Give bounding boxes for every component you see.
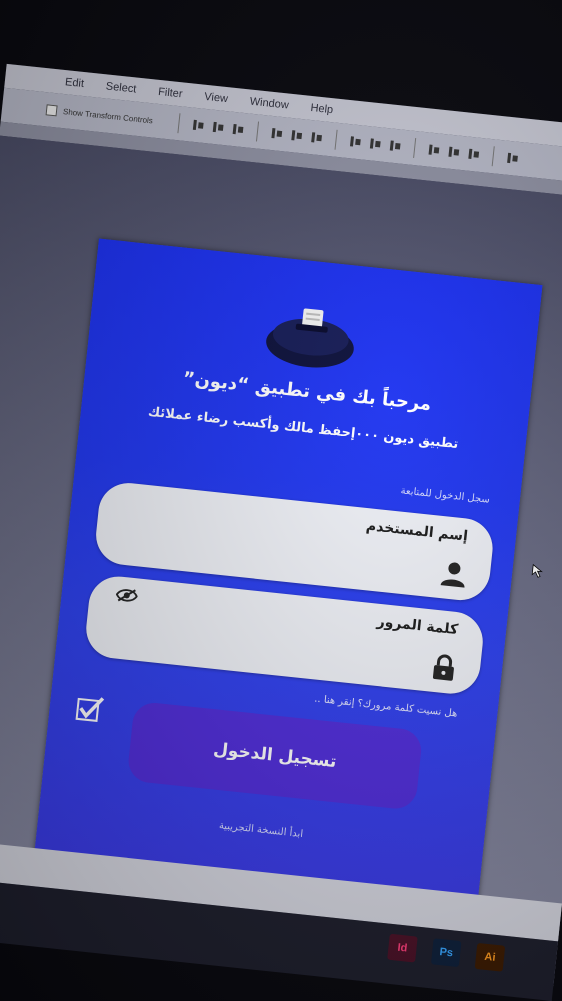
show-transform-label: Show Transform Controls <box>62 106 154 125</box>
distribute-middle-icon[interactable] <box>368 136 383 151</box>
canvas-workspace: مرحباً بك في تطبيق “ديون” تطبيق ديون ٠٠٠… <box>0 135 562 1001</box>
username-label: إسم المستخدم <box>365 518 469 545</box>
login-hint: سجل الدخول للمتابعة <box>400 485 491 506</box>
menu-help[interactable]: Help <box>310 102 334 116</box>
align-bottom-icon[interactable] <box>309 130 324 145</box>
align-right-icon[interactable] <box>231 122 246 137</box>
menu-select[interactable]: Select <box>105 80 137 95</box>
toolbar-divider <box>491 146 496 167</box>
menu-filter[interactable]: Filter <box>158 86 184 100</box>
checkmark-icon[interactable] <box>74 693 105 724</box>
menu-window[interactable]: Window <box>249 96 289 112</box>
login-screen-artboard: مرحباً بك في تطبيق “ديون” تطبيق ديون ٠٠٠… <box>33 238 543 907</box>
auto-align-icon[interactable] <box>505 151 520 166</box>
distribute-bottom-icon[interactable] <box>388 138 403 153</box>
thermal-printer-icon <box>266 308 354 368</box>
distribute-right-icon[interactable] <box>466 147 481 162</box>
user-icon <box>440 562 465 588</box>
toolbar-divider <box>177 113 181 134</box>
mouse-cursor-icon <box>531 563 543 578</box>
align-middle-icon[interactable] <box>289 128 304 143</box>
monitor-screen: Edit Select Filter View Window Help Show… <box>0 63 562 1001</box>
align-center-icon[interactable] <box>211 120 226 135</box>
toolbar-divider <box>256 121 260 142</box>
align-top-icon[interactable] <box>269 126 284 141</box>
menu-view[interactable]: View <box>204 91 229 105</box>
illustrator-app-icon[interactable]: Ai <box>474 942 506 972</box>
menu-edit[interactable]: Edit <box>64 76 84 90</box>
login-button[interactable]: تسجيل الدخول <box>126 700 424 811</box>
distribute-left-icon[interactable] <box>427 142 442 157</box>
lock-icon <box>432 654 454 681</box>
toolbar-divider <box>413 138 417 159</box>
password-label: كلمة المرور <box>376 613 459 639</box>
toolbar-divider <box>334 129 338 150</box>
password-input[interactable] <box>106 615 412 676</box>
indesign-app-icon[interactable]: Id <box>387 933 418 963</box>
forgot-password-link[interactable]: هل نسيت كلمة مرورك؟ إنقر هنا .. <box>314 694 458 720</box>
show-transform-checkbox[interactable] <box>45 103 58 116</box>
eye-off-icon[interactable] <box>115 586 139 604</box>
distribute-center-icon[interactable] <box>446 144 461 159</box>
photoshop-app-icon[interactable]: Ps <box>430 938 462 968</box>
align-left-icon[interactable] <box>191 118 206 133</box>
start-trial-link[interactable]: ابدأ النسخة التجريبية <box>39 801 484 859</box>
distribute-top-icon[interactable] <box>348 134 363 149</box>
